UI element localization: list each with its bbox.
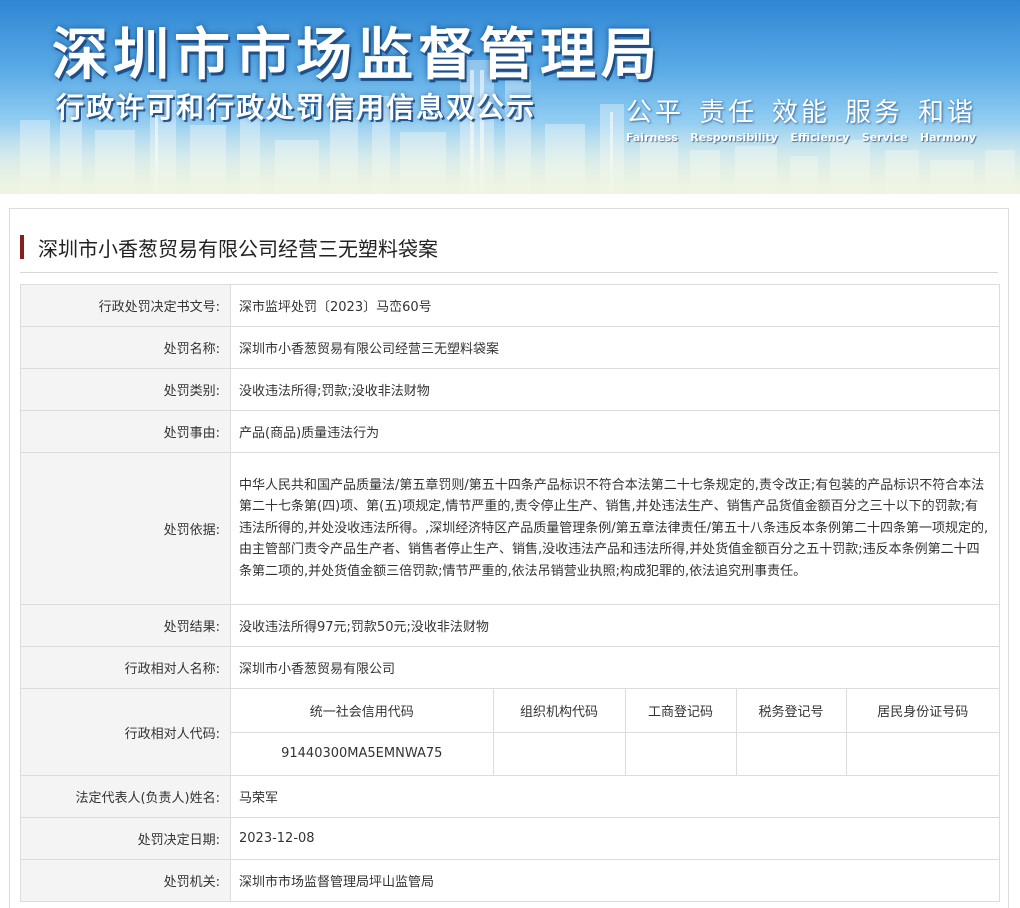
motto-english: Fairness Responsibility Efficiency Servi… (626, 131, 976, 144)
label-party-code: 行政相对人代码: (20, 688, 231, 776)
banner-motto: 公平 责任 效能 服务 和谐 Fairness Responsibility E… (626, 92, 976, 144)
case-detail-card: 深圳市小香葱贸易有限公司经营三无塑料袋案 行政处罚决定书文号: 深市监坪处罚〔2… (9, 208, 1009, 908)
motto-word: 和谐 (917, 98, 976, 128)
code-header: 工商登记码 (624, 689, 736, 733)
value-penalty-reason: 产品(商品)质量违法行为 (230, 410, 1000, 453)
party-code-table: 统一社会信用代码 组织机构代码 工商登记码 税务登记号 居民身份证号码 9144… (231, 689, 999, 775)
code-value (735, 732, 846, 775)
value-party-name: 深圳市小香葱贸易有限公司 (230, 646, 1000, 689)
case-info-table: 行政处罚决定书文号: 深市监坪处罚〔2023〕马峦60号 处罚名称: 深圳市小香… (20, 284, 1000, 902)
header-banner: 深圳市市场监督管理局 行政许可和行政处罚信用信息双公示 公平 责任 效能 服务 … (0, 0, 1020, 194)
label-penalty-name: 处罚名称: (20, 326, 231, 369)
party-code-cell: 统一社会信用代码 组织机构代码 工商登记码 税务登记号 居民身份证号码 9144… (230, 688, 1000, 776)
banner-subtitle: 行政许可和行政处罚信用信息双公示 (56, 91, 537, 124)
row-penalty-name: 处罚名称: 深圳市小香葱贸易有限公司经营三无塑料袋案 (20, 326, 1000, 369)
motto-word-en: Efficiency (790, 131, 850, 144)
value-penalty-category: 没收违法所得;罚款;没收非法财物 (230, 368, 1000, 411)
value-authority: 深圳市市场监督管理局坪山监管局 (230, 859, 1000, 902)
code-header-row: 统一社会信用代码 组织机构代码 工商登记码 税务登记号 居民身份证号码 (231, 689, 999, 733)
label-penalty-reason: 处罚事由: (20, 410, 231, 453)
label-penalty-basis: 处罚依据: (20, 452, 231, 605)
label-decision-date: 处罚决定日期: (20, 817, 231, 860)
label-doc-no: 行政处罚决定书文号: (20, 284, 231, 327)
code-header: 组织机构代码 (492, 689, 625, 733)
code-value (845, 732, 999, 775)
value-doc-no: 深市监坪处罚〔2023〕马峦60号 (230, 284, 1000, 327)
motto-word-en: Harmony (919, 131, 976, 144)
code-header: 居民身份证号码 (845, 689, 999, 733)
motto-word: 公平 (626, 98, 685, 128)
code-header: 税务登记号 (735, 689, 846, 733)
motto-word-en: Fairness (626, 131, 678, 144)
label-legal-rep: 法定代表人(负责人)姓名: (20, 775, 231, 818)
title-accent-bar (20, 235, 24, 259)
case-title: 深圳市小香葱贸易有限公司经营三无塑料袋案 (38, 237, 438, 261)
row-penalty-basis: 处罚依据: 中华人民共和国产品质量法/第五章罚则/第五十四条产品标识不符合本法第… (20, 452, 1000, 605)
value-decision-date: 2023-12-08 (230, 817, 1000, 860)
motto-word: 服务 (844, 98, 903, 128)
label-party-name: 行政相对人名称: (20, 646, 231, 689)
motto-word-en: Responsibility (690, 131, 778, 144)
row-penalty-reason: 处罚事由: 产品(商品)质量违法行为 (20, 410, 1000, 453)
code-value (624, 732, 736, 775)
row-penalty-result: 处罚结果: 没收违法所得97元;罚款50元;没收非法财物 (20, 604, 1000, 647)
row-party-name: 行政相对人名称: 深圳市小香葱贸易有限公司 (20, 646, 1000, 689)
row-doc-no: 行政处罚决定书文号: 深市监坪处罚〔2023〕马峦60号 (20, 284, 1000, 327)
value-legal-rep: 马荣军 (230, 775, 1000, 818)
code-value (492, 732, 625, 775)
label-penalty-category: 处罚类别: (20, 368, 231, 411)
code-value-row: 91440300MA5EMNWA75 (231, 732, 999, 775)
row-decision-date: 处罚决定日期: 2023-12-08 (20, 817, 1000, 860)
motto-word: 责任 (698, 98, 757, 128)
motto-word: 效能 (771, 98, 830, 128)
code-value: 91440300MA5EMNWA75 (281, 746, 443, 762)
motto-chinese: 公平 责任 效能 服务 和谐 (626, 92, 976, 129)
case-title-section: 深圳市小香葱贸易有限公司经营三无塑料袋案 (20, 235, 998, 273)
row-penalty-category: 处罚类别: 没收违法所得;罚款;没收非法财物 (20, 368, 1000, 411)
value-penalty-name: 深圳市小香葱贸易有限公司经营三无塑料袋案 (230, 326, 1000, 369)
motto-word-en: Service (861, 131, 908, 144)
row-authority: 处罚机关: 深圳市市场监督管理局坪山监管局 (20, 859, 1000, 902)
value-penalty-basis: 中华人民共和国产品质量法/第五章罚则/第五十四条产品标识不符合本法第二十七条规定… (230, 452, 1000, 605)
row-legal-rep: 法定代表人(负责人)姓名: 马荣军 (20, 775, 1000, 818)
row-party-code: 行政相对人代码: 统一社会信用代码 组织机构代码 工商登记码 税务登记号 居民身… (20, 688, 1000, 776)
label-authority: 处罚机关: (20, 859, 231, 902)
banner-title: 深圳市市场监督管理局 (52, 23, 662, 88)
value-penalty-result: 没收违法所得97元;罚款50元;没收非法财物 (230, 604, 1000, 647)
code-header: 统一社会信用代码 (231, 689, 493, 733)
label-penalty-result: 处罚结果: (20, 604, 231, 647)
